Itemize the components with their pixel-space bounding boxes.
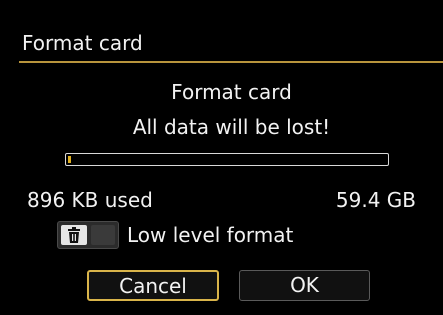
total-capacity-label: 59.4 GB xyxy=(335,188,416,212)
dialog-heading: Format card xyxy=(171,80,292,104)
warning-message: All data will be lost! xyxy=(132,115,331,139)
used-space-label: 896 KB used xyxy=(27,188,153,212)
ok-button[interactable]: OK xyxy=(239,270,370,301)
low-level-format-label: Low level format xyxy=(127,223,294,247)
card-usage-fill xyxy=(68,156,71,163)
cancel-button[interactable]: Cancel xyxy=(87,270,219,301)
page-title: Format card xyxy=(22,31,143,55)
toggle-off-segment xyxy=(91,225,115,245)
format-card-screen: Format card Format card All data will be… xyxy=(0,0,443,315)
low-level-format-toggle[interactable] xyxy=(57,221,119,249)
card-usage-bar xyxy=(65,153,389,166)
trash-icon xyxy=(61,225,87,245)
title-divider xyxy=(19,61,443,63)
